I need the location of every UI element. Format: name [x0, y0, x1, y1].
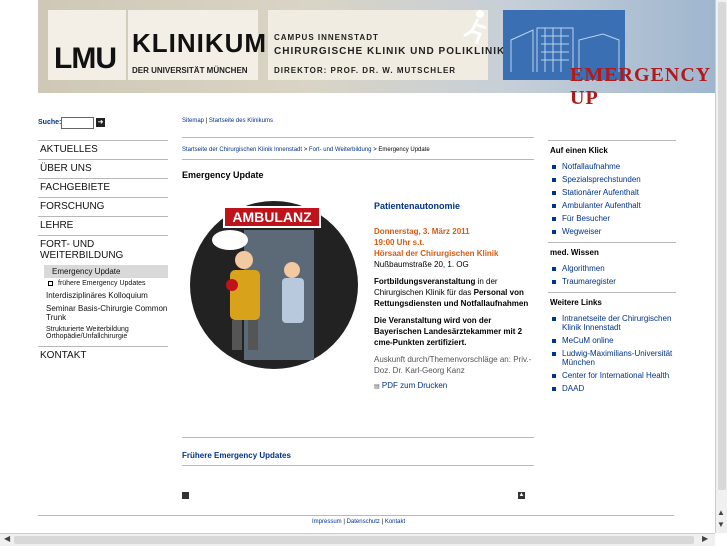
event-time: 19:00 Uhr s.t.: [374, 238, 425, 247]
divider: [182, 437, 534, 438]
running-man-icon: [463, 10, 487, 45]
horizontal-scroll-thumb[interactable]: [14, 536, 694, 544]
campus-text: CAMPUS INNENSTADT: [274, 33, 379, 42]
scroll-up-icon[interactable]: ▲: [717, 508, 725, 517]
nav-sub-fruehere-label: frühere Emergency Updates: [58, 280, 146, 287]
quick-link[interactable]: Ambulanter Aufenthalt: [552, 201, 676, 210]
scroll-left-icon[interactable]: ◀: [4, 534, 10, 543]
further-link[interactable]: Center for International Health: [552, 371, 676, 380]
pdf-icon: ▤: [374, 384, 380, 390]
nav-item-kontakt[interactable]: KONTAKT: [38, 346, 168, 365]
footer-divider: [38, 515, 674, 516]
lmu-logo-text: LMU: [54, 42, 117, 75]
breadcrumb-separator: >: [303, 147, 308, 153]
kontakt-link[interactable]: Kontakt: [385, 519, 405, 525]
breadcrumb-fortbildung[interactable]: Fort- und Weiterbildung: [309, 147, 372, 153]
right-sidebar: Auf einen Klick Notfallaufnahme Spezials…: [548, 140, 676, 399]
nav-item-aktuelles[interactable]: AKTUELLES: [38, 140, 168, 159]
ambulance-sign-text: AMBULANZ: [232, 209, 312, 225]
search-input[interactable]: [61, 117, 94, 129]
event-description: Fortbildungsveranstaltung in der Chirurg…: [374, 276, 536, 309]
nav-sub-weiterbildung[interactable]: Strukturierte Weiterbildung Orthopädie/U…: [38, 324, 168, 342]
sidebar-heading-wissen: med. Wissen: [548, 242, 676, 264]
pdf-download-link[interactable]: PDF zum Drucken: [382, 381, 447, 390]
scroll-top-icon[interactable]: ▲: [518, 492, 525, 499]
nav-sub-basis-chirurgie[interactable]: Seminar Basis-Chirurgie Common Trunk: [38, 302, 168, 324]
desc-bold-1: Fortbildungsveranstaltung: [374, 277, 476, 286]
quick-links-list: Notfallaufnahme Spezialsprechstunden Sta…: [548, 162, 676, 236]
footer-separator: |: [343, 519, 345, 525]
nav-item-fachgebiete[interactable]: FACHGEBIETE: [38, 178, 168, 197]
event-heading: Patientenautonomie: [374, 201, 461, 211]
scroll-right-icon[interactable]: ▶: [702, 534, 708, 543]
event-date: Donnerstag, 3. März 2011: [374, 227, 470, 236]
datenschutz-link[interactable]: Datenschutz: [347, 519, 380, 525]
search-label: Suche:: [38, 119, 62, 126]
top-links: Sitemap | Startseite des Klinikums: [182, 118, 273, 124]
klinikum-title: KLINIKUM: [132, 28, 268, 58]
ambulance-cartoon-image: AMBULANZ: [190, 201, 358, 369]
klinikum-start-link[interactable]: Startseite des Klinikums: [209, 118, 273, 124]
impressum-link[interactable]: Impressum: [312, 519, 342, 525]
director-text: DIREKTOR: PROF. DR. W. MUTSCHLER: [274, 66, 457, 75]
main-navigation: AKTUELLES ÜBER UNS FACHGEBIETE FORSCHUNG…: [38, 140, 168, 365]
quick-link[interactable]: Wegweiser: [552, 227, 676, 236]
nav-sub-fruehere-updates[interactable]: frühere Emergency Updates: [38, 278, 168, 289]
footer-separator: |: [381, 519, 384, 525]
further-link[interactable]: Intranetseite der Chirurgischen Klinik I…: [552, 314, 676, 332]
wissen-list: Algorithmen Traumaregister: [548, 264, 676, 286]
wissen-link[interactable]: Traumaregister: [552, 277, 676, 286]
earlier-updates-link[interactable]: Frühere Emergency Updates: [182, 451, 291, 460]
top-links-separator: |: [205, 118, 208, 124]
horizontal-scrollbar[interactable]: ◀ ▶: [0, 533, 715, 546]
nav-item-forschung[interactable]: FORSCHUNG: [38, 197, 168, 216]
clinic-name: CHIRURGISCHE KLINIK UND POLIKLINIK: [274, 46, 506, 57]
pdf-link-row[interactable]: ▤ PDF zum Drucken: [374, 380, 536, 393]
breadcrumb-separator: >: [373, 147, 377, 153]
quick-link[interactable]: Notfallaufnahme: [552, 162, 676, 171]
print-icon[interactable]: [182, 492, 189, 499]
further-link[interactable]: DAAD: [552, 384, 676, 393]
event-place: Hörsaal der Chirurgischen Klinik: [374, 249, 499, 258]
certification-text: Die Veranstaltung wird von der Bayerisch…: [374, 316, 523, 347]
emergency-update-banner: EMERGENCY UP: [570, 64, 711, 109]
breadcrumb-home[interactable]: Startseite der Chirurgischen Klinik Inne…: [182, 147, 302, 153]
divider: [182, 159, 534, 160]
vertical-scroll-thumb[interactable]: [718, 2, 726, 490]
breadcrumb: Startseite der Chirurgischen Klinik Inne…: [182, 147, 430, 153]
nav-item-ueber-uns[interactable]: ÜBER UNS: [38, 159, 168, 178]
quick-link[interactable]: Stationärer Aufenthalt: [552, 188, 676, 197]
nav-item-lehre[interactable]: LEHRE: [38, 216, 168, 235]
quick-link[interactable]: Für Besucher: [552, 214, 676, 223]
bullet-icon: [48, 281, 53, 286]
nav-item-fort-weiterbildung[interactable]: FORT- UND WEITERBILDUNG: [38, 235, 168, 265]
sitemap-link[interactable]: Sitemap: [182, 118, 204, 124]
event-details: Patientenautonomie Donnerstag, 3. März 2…: [374, 201, 536, 393]
scroll-down-icon[interactable]: ▼: [717, 520, 725, 529]
further-link[interactable]: MeCuM online: [552, 336, 676, 345]
nav-sub-kolloquium[interactable]: Interdisziplinäres Kolloquium: [38, 289, 168, 302]
wissen-link[interactable]: Algorithmen: [552, 264, 676, 273]
sidebar-heading-links: Weitere Links: [548, 292, 676, 314]
divider: [182, 137, 534, 138]
vertical-scrollbar[interactable]: ▲ ▼: [715, 0, 727, 533]
event-address: Nußbaumstraße 20, 1. OG: [374, 260, 469, 269]
page-title: Emergency Update: [182, 170, 264, 180]
breadcrumb-current: Emergency Update: [378, 147, 430, 153]
divider: [182, 465, 534, 466]
contact-text: Auskunft durch/Themenvorschläge an: Priv…: [374, 355, 532, 375]
search-submit-button[interactable]: ➜: [96, 118, 105, 127]
quick-link[interactable]: Spezialsprechstunden: [552, 175, 676, 184]
further-links-list: Intranetseite der Chirurgischen Klinik I…: [548, 314, 676, 393]
sidebar-heading-quick: Auf einen Klick: [548, 140, 676, 162]
footer-links: Impressum | Datenschutz | Kontakt: [312, 519, 405, 525]
further-link[interactable]: Ludwig-Maximilians-Universität München: [552, 349, 676, 367]
nav-sub-emergency-update[interactable]: Emergency Update: [44, 265, 168, 278]
university-subtitle: DER UNIVERSITÄT MÜNCHEN: [132, 66, 248, 75]
